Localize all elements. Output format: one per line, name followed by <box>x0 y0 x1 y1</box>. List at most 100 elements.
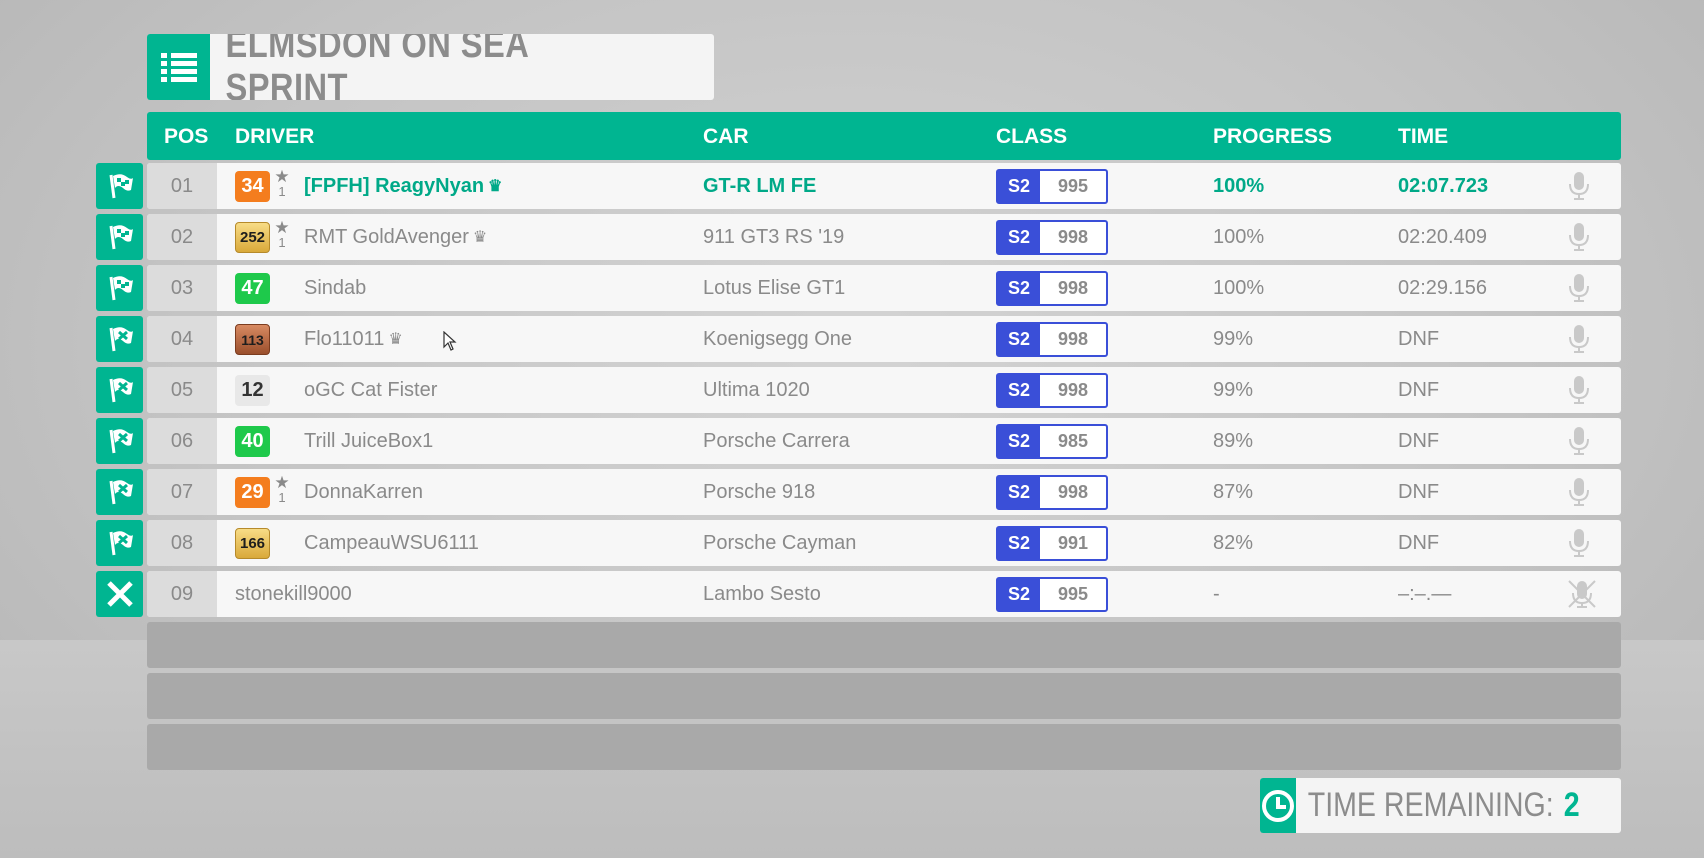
table-row[interactable]: 07 29 ★ 1 DonnaKarren Porsche 918 S2 998 87% DNF <box>147 469 1621 515</box>
driver-name-cell[interactable]: Flo11011 ♛ <box>304 316 403 362</box>
progress-value: - <box>1213 582 1220 605</box>
star-rank: ★ 1 <box>271 219 293 254</box>
microphone-icon[interactable] <box>1567 477 1591 507</box>
class-letter: S2 <box>998 375 1040 406</box>
dnf-flag-icon <box>96 469 143 515</box>
class-badge: S2 991 <box>996 526 1108 561</box>
performance-index: 995 <box>1057 584 1089 604</box>
race-time: 02:20.409 <box>1398 225 1487 248</box>
car-name: 911 GT3 RS '19 <box>703 225 845 248</box>
position: 07 <box>147 469 217 515</box>
table-row[interactable]: 03 47 Sindab Lotus Elise GT1 S2 998 100% 02:29.… <box>147 265 1621 311</box>
driver-name-cell[interactable]: Trill JuiceBox1 <box>304 418 433 464</box>
class-letter: S2 <box>998 528 1040 559</box>
progress-value: 82% <box>1213 531 1254 554</box>
empty-slot-row <box>147 673 1621 719</box>
close-icon <box>96 571 143 617</box>
driver-name-cell[interactable]: RMT GoldAvenger ♛ <box>304 214 487 260</box>
driver-name-cell[interactable]: oGC Cat Fister <box>304 367 437 413</box>
progress-value: 99% <box>1213 378 1254 401</box>
class-badge: S2 998 <box>996 322 1108 357</box>
table-row[interactable]: 08 166 CampeauWSU6111 Porsche Cayman S2 991 82… <box>147 520 1621 566</box>
microphone-icon[interactable] <box>1567 426 1591 456</box>
driver-name-cell[interactable]: [FPFH] ReagyNyan ♛ <box>304 163 502 209</box>
position: 09 <box>147 571 217 617</box>
driver-name: CampeauWSU6111 <box>304 531 479 554</box>
driver-level-badge: 252 <box>235 222 270 253</box>
class-letter: S2 <box>998 222 1040 253</box>
car-name: Lotus Elise GT1 <box>703 276 846 299</box>
microphone-icon[interactable] <box>1567 171 1591 201</box>
star-count: 1 <box>278 490 286 505</box>
driver-level-badge: 40 <box>235 426 270 457</box>
progress-value: 100% <box>1213 225 1265 248</box>
header-pos: POS <box>164 125 209 148</box>
driver-name: Flo11011 <box>304 327 385 350</box>
performance-index: 998 <box>1057 227 1089 247</box>
progress-value: 100% <box>1213 174 1265 197</box>
performance-index: 998 <box>1057 329 1089 349</box>
race-time: –:–.— <box>1398 582 1452 605</box>
header-driver: DRIVER <box>235 125 315 148</box>
star-count: 1 <box>278 235 286 250</box>
empty-slot-row <box>147 724 1621 770</box>
car-name: Lambo Sesto <box>703 582 821 605</box>
microphone-muted-icon[interactable] <box>1567 579 1596 609</box>
list-icon[interactable] <box>147 34 211 100</box>
driver-name: [FPFH] ReagyNyan <box>304 174 485 197</box>
driver-name-cell[interactable]: CampeauWSU6111 <box>304 520 479 566</box>
driver-name-cell[interactable]: Sindab <box>304 265 366 311</box>
class-badge: S2 995 <box>996 169 1108 204</box>
position: 03 <box>147 265 217 311</box>
table-row[interactable]: 04 113 Flo11011 ♛ Koenigsegg One S2 998 99% DNF <box>147 316 1621 362</box>
car-name: GT-R LM FE <box>703 174 817 197</box>
class-badge: S2 995 <box>996 577 1108 612</box>
position: 06 <box>147 418 217 464</box>
driver-name-cell[interactable]: DonnaKarren <box>304 469 423 515</box>
driver-level-badge: 113 <box>235 324 270 355</box>
crown-icon: ♛ <box>472 229 488 246</box>
header-time: TIME <box>1398 125 1449 148</box>
driver-level-badge: 29 <box>235 477 270 508</box>
microphone-icon[interactable] <box>1567 528 1591 558</box>
table-row[interactable]: 05 12 oGC Cat Fister Ultima 1020 S2 998 99% DNF <box>147 367 1621 413</box>
driver-name: DonnaKarren <box>304 480 423 503</box>
car-name: Koenigsegg One <box>703 327 853 350</box>
driver-name: Trill JuiceBox1 <box>304 429 434 452</box>
crown-icon: ♛ <box>388 331 403 348</box>
microphone-icon[interactable] <box>1567 375 1591 405</box>
progress-value: 100% <box>1213 276 1265 299</box>
table-row[interactable]: 02 252 ★ 1 RMT GoldAvenger ♛ 911 GT3 RS '19 S2 9… <box>147 214 1621 260</box>
car-name: Porsche 918 <box>703 480 816 503</box>
car-name: Porsche Cayman <box>703 531 857 554</box>
star-icon: ★ <box>274 473 290 492</box>
race-time: DNF <box>1398 480 1440 503</box>
dnf-flag-icon <box>96 418 143 464</box>
driver-level-badge: 12 <box>235 375 270 406</box>
mouse-cursor <box>443 330 457 355</box>
position: 01 <box>147 163 217 209</box>
position: 08 <box>147 520 217 566</box>
dnf-flag-icon <box>96 520 143 566</box>
performance-index: 995 <box>1057 176 1089 196</box>
microphone-icon[interactable] <box>1567 324 1591 354</box>
performance-index: 998 <box>1057 278 1089 298</box>
position: 04 <box>147 316 217 362</box>
class-letter: S2 <box>998 426 1040 457</box>
microphone-icon[interactable] <box>1567 222 1591 252</box>
class-letter: S2 <box>998 171 1040 202</box>
performance-index: 985 <box>1057 431 1089 451</box>
table-row[interactable]: 01 34 ★ 1 [FPFH] ReagyNyan ♛ GT-R LM FE S2 995 10… <box>147 163 1621 209</box>
class-badge: S2 985 <box>996 424 1108 459</box>
driver-name-cell[interactable]: stonekill9000 <box>235 571 352 617</box>
car-name: Porsche Carrera <box>703 429 850 452</box>
dnf-flag-icon <box>96 367 143 413</box>
class-letter: S2 <box>998 273 1040 304</box>
table-row[interactable]: 06 40 Trill JuiceBox1 Porsche Carrera S2 985 8… <box>147 418 1621 464</box>
class-badge: S2 998 <box>996 271 1108 306</box>
microphone-icon[interactable] <box>1567 273 1591 303</box>
header-car: CAR <box>703 125 749 148</box>
driver-name: RMT GoldAvenger <box>304 225 469 248</box>
table-row[interactable]: 09 stonekill9000 Lambo Sesto S2 995 - –:–.— <box>147 571 1621 617</box>
finish-flag-icon <box>96 163 143 209</box>
